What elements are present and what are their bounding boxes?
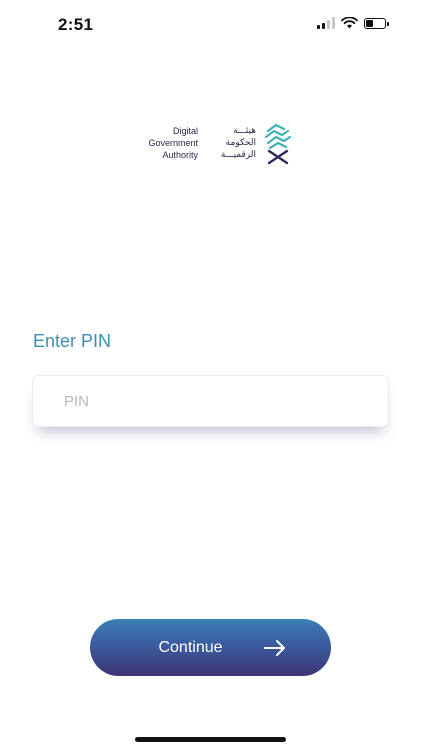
- wifi-icon: [341, 17, 358, 29]
- continue-button-label: Continue: [158, 638, 223, 656]
- logo-english-line: Authority: [162, 150, 198, 160]
- pin-entry-screen: 2:51 Digital Government Authority هيئـــ…: [0, 0, 422, 750]
- logo-english-line: Digital: [172, 126, 198, 136]
- logo-arabic-line: هيئـــة: [233, 126, 256, 136]
- continue-button[interactable]: Continue: [90, 619, 331, 676]
- logo-english-text: Digital Government Authority: [130, 125, 198, 161]
- logo-arabic-line: الحكومة: [225, 138, 256, 148]
- status-time: 2:51: [58, 15, 94, 34]
- pin-label: Enter PIN: [33, 331, 112, 351]
- logo-arabic-text: هيئـــة الحكومة الرقميـــة: [204, 125, 256, 161]
- cellular-signal-icon: [317, 17, 335, 29]
- battery-level: [366, 19, 373, 27]
- home-indicator[interactable]: [135, 737, 286, 742]
- logo-arabic-line: الرقميـــة: [220, 150, 256, 160]
- logo-english-line: Government: [148, 138, 198, 148]
- pin-input[interactable]: [32, 375, 389, 427]
- dga-logo: Digital Government Authority هيئـــة الح…: [130, 120, 295, 166]
- status-icons: [317, 17, 389, 29]
- dga-logo-icon: [264, 123, 292, 165]
- arrow-right-icon: [263, 639, 285, 656]
- battery-icon: [364, 17, 389, 29]
